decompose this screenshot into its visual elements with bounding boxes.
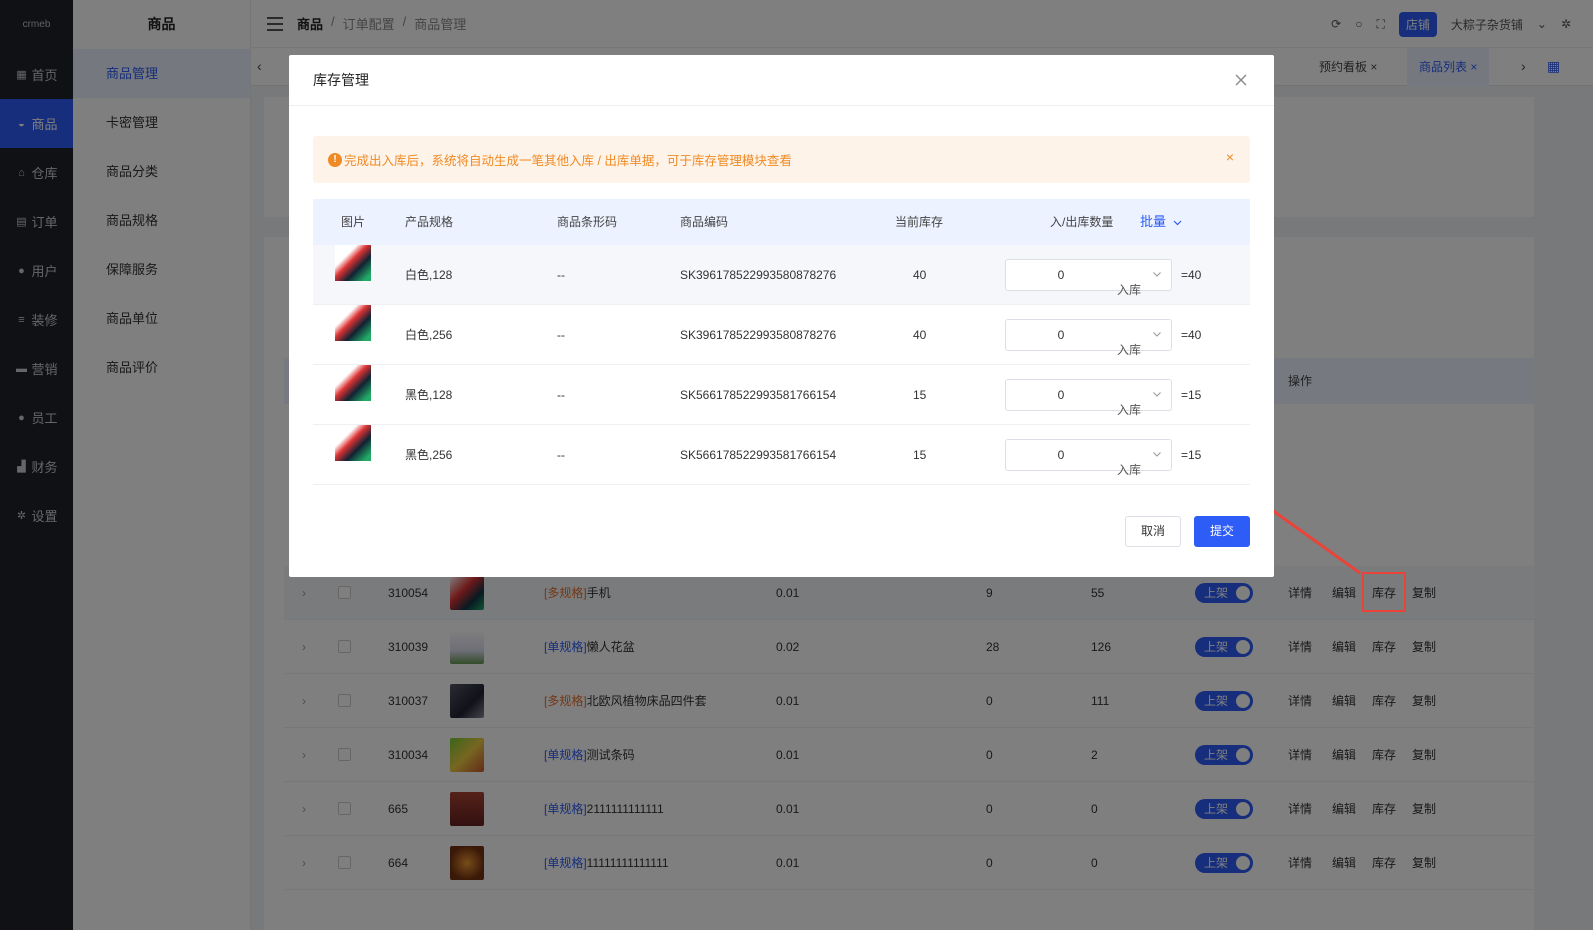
close-icon[interactable] bbox=[1232, 71, 1250, 89]
qty-input-group: 0 入库 bbox=[1005, 439, 1172, 477]
inout-select[interactable]: 入库 bbox=[1117, 380, 1171, 417]
current-stock: 40 bbox=[913, 328, 927, 342]
current-stock: 15 bbox=[913, 388, 927, 402]
highlight-box bbox=[1362, 572, 1406, 612]
submit-button[interactable]: 提交 bbox=[1194, 516, 1250, 547]
result-stock: =15 bbox=[1181, 448, 1202, 462]
chevron-down-icon[interactable] bbox=[1153, 450, 1161, 458]
spec: 白色,128 bbox=[405, 268, 453, 282]
notice-text: 完成出入库后，系统将自动生成一笔其他入库 / 出库单据，可于库存管理模块查看 bbox=[344, 154, 792, 168]
col-qty: 入/出库数量 bbox=[1050, 215, 1114, 229]
chevron-down-icon[interactable] bbox=[1153, 330, 1161, 338]
stock-row: 黑色,128 -- SK566178522993581766154 15 0 入… bbox=[313, 365, 1250, 425]
stock-table-header: 图片 产品规格 商品条形码 商品编码 当前库存 入/出库数量 批量 bbox=[313, 199, 1250, 245]
qty-input[interactable]: 0 bbox=[1006, 260, 1116, 290]
qty-input[interactable]: 0 bbox=[1006, 380, 1116, 410]
notice-bar: ! 完成出入库后，系统将自动生成一笔其他入库 / 出库单据，可于库存管理模块查看… bbox=[313, 136, 1250, 183]
inout-select[interactable]: 入库 bbox=[1117, 260, 1171, 297]
result-stock: =15 bbox=[1181, 388, 1202, 402]
barcode: -- bbox=[557, 448, 565, 462]
col-spec: 产品规格 bbox=[405, 215, 454, 229]
inout-select[interactable]: 入库 bbox=[1117, 440, 1171, 477]
stock-table: 图片 产品规格 商品条形码 商品编码 当前库存 入/出库数量 批量 白色,128… bbox=[313, 199, 1250, 485]
spec: 黑色,128 bbox=[405, 388, 453, 402]
code: SK566178522993581766154 bbox=[680, 448, 837, 462]
code: SK396178522993580878276 bbox=[680, 268, 837, 282]
stock-row: 白色,256 -- SK396178522993580878276 40 0 入… bbox=[313, 305, 1250, 365]
code: SK396178522993580878276 bbox=[680, 328, 837, 342]
col-stock: 当前库存 bbox=[895, 215, 944, 229]
product-image bbox=[335, 245, 371, 281]
chevron-down-icon[interactable] bbox=[1153, 270, 1161, 278]
qty-input-group: 0 入库 bbox=[1005, 379, 1172, 417]
result-stock: =40 bbox=[1181, 328, 1202, 342]
code: SK566178522993581766154 bbox=[680, 388, 837, 402]
modal-title: 库存管理 bbox=[289, 55, 1274, 106]
stock-modal: 库存管理 ! 完成出入库后，系统将自动生成一笔其他入库 / 出库单据，可于库存管… bbox=[289, 55, 1274, 577]
cancel-button[interactable]: 取消 bbox=[1125, 516, 1181, 547]
spec: 白色,256 bbox=[405, 328, 453, 342]
product-image bbox=[335, 305, 371, 341]
stock-row: 白色,128 -- SK396178522993580878276 40 0 入… bbox=[313, 245, 1250, 305]
warning-icon: ! bbox=[328, 152, 342, 167]
col-code: 商品编码 bbox=[680, 215, 729, 229]
qty-input-group: 0 入库 bbox=[1005, 259, 1172, 297]
batch-dropdown[interactable]: 批量 bbox=[1140, 199, 1166, 245]
col-barcode: 商品条形码 bbox=[557, 215, 618, 229]
chevron-down-icon[interactable] bbox=[1173, 218, 1182, 227]
current-stock: 40 bbox=[913, 268, 927, 282]
inout-value: 入库 bbox=[1117, 463, 1142, 477]
product-image bbox=[335, 365, 371, 401]
current-stock: 15 bbox=[913, 448, 927, 462]
result-stock: =40 bbox=[1181, 268, 1202, 282]
qty-input[interactable]: 0 bbox=[1006, 320, 1116, 350]
barcode: -- bbox=[557, 328, 565, 342]
product-image bbox=[335, 425, 371, 461]
barcode: -- bbox=[557, 388, 565, 402]
qty-input-group: 0 入库 bbox=[1005, 319, 1172, 357]
close-icon[interactable]: × bbox=[1226, 149, 1234, 165]
qty-input[interactable]: 0 bbox=[1006, 440, 1116, 470]
spec: 黑色,256 bbox=[405, 448, 453, 462]
barcode: -- bbox=[557, 268, 565, 282]
col-image: 图片 bbox=[341, 215, 366, 229]
chevron-down-icon[interactable] bbox=[1153, 390, 1161, 398]
stock-row: 黑色,256 -- SK566178522993581766154 15 0 入… bbox=[313, 425, 1250, 485]
inout-select[interactable]: 入库 bbox=[1117, 320, 1171, 357]
